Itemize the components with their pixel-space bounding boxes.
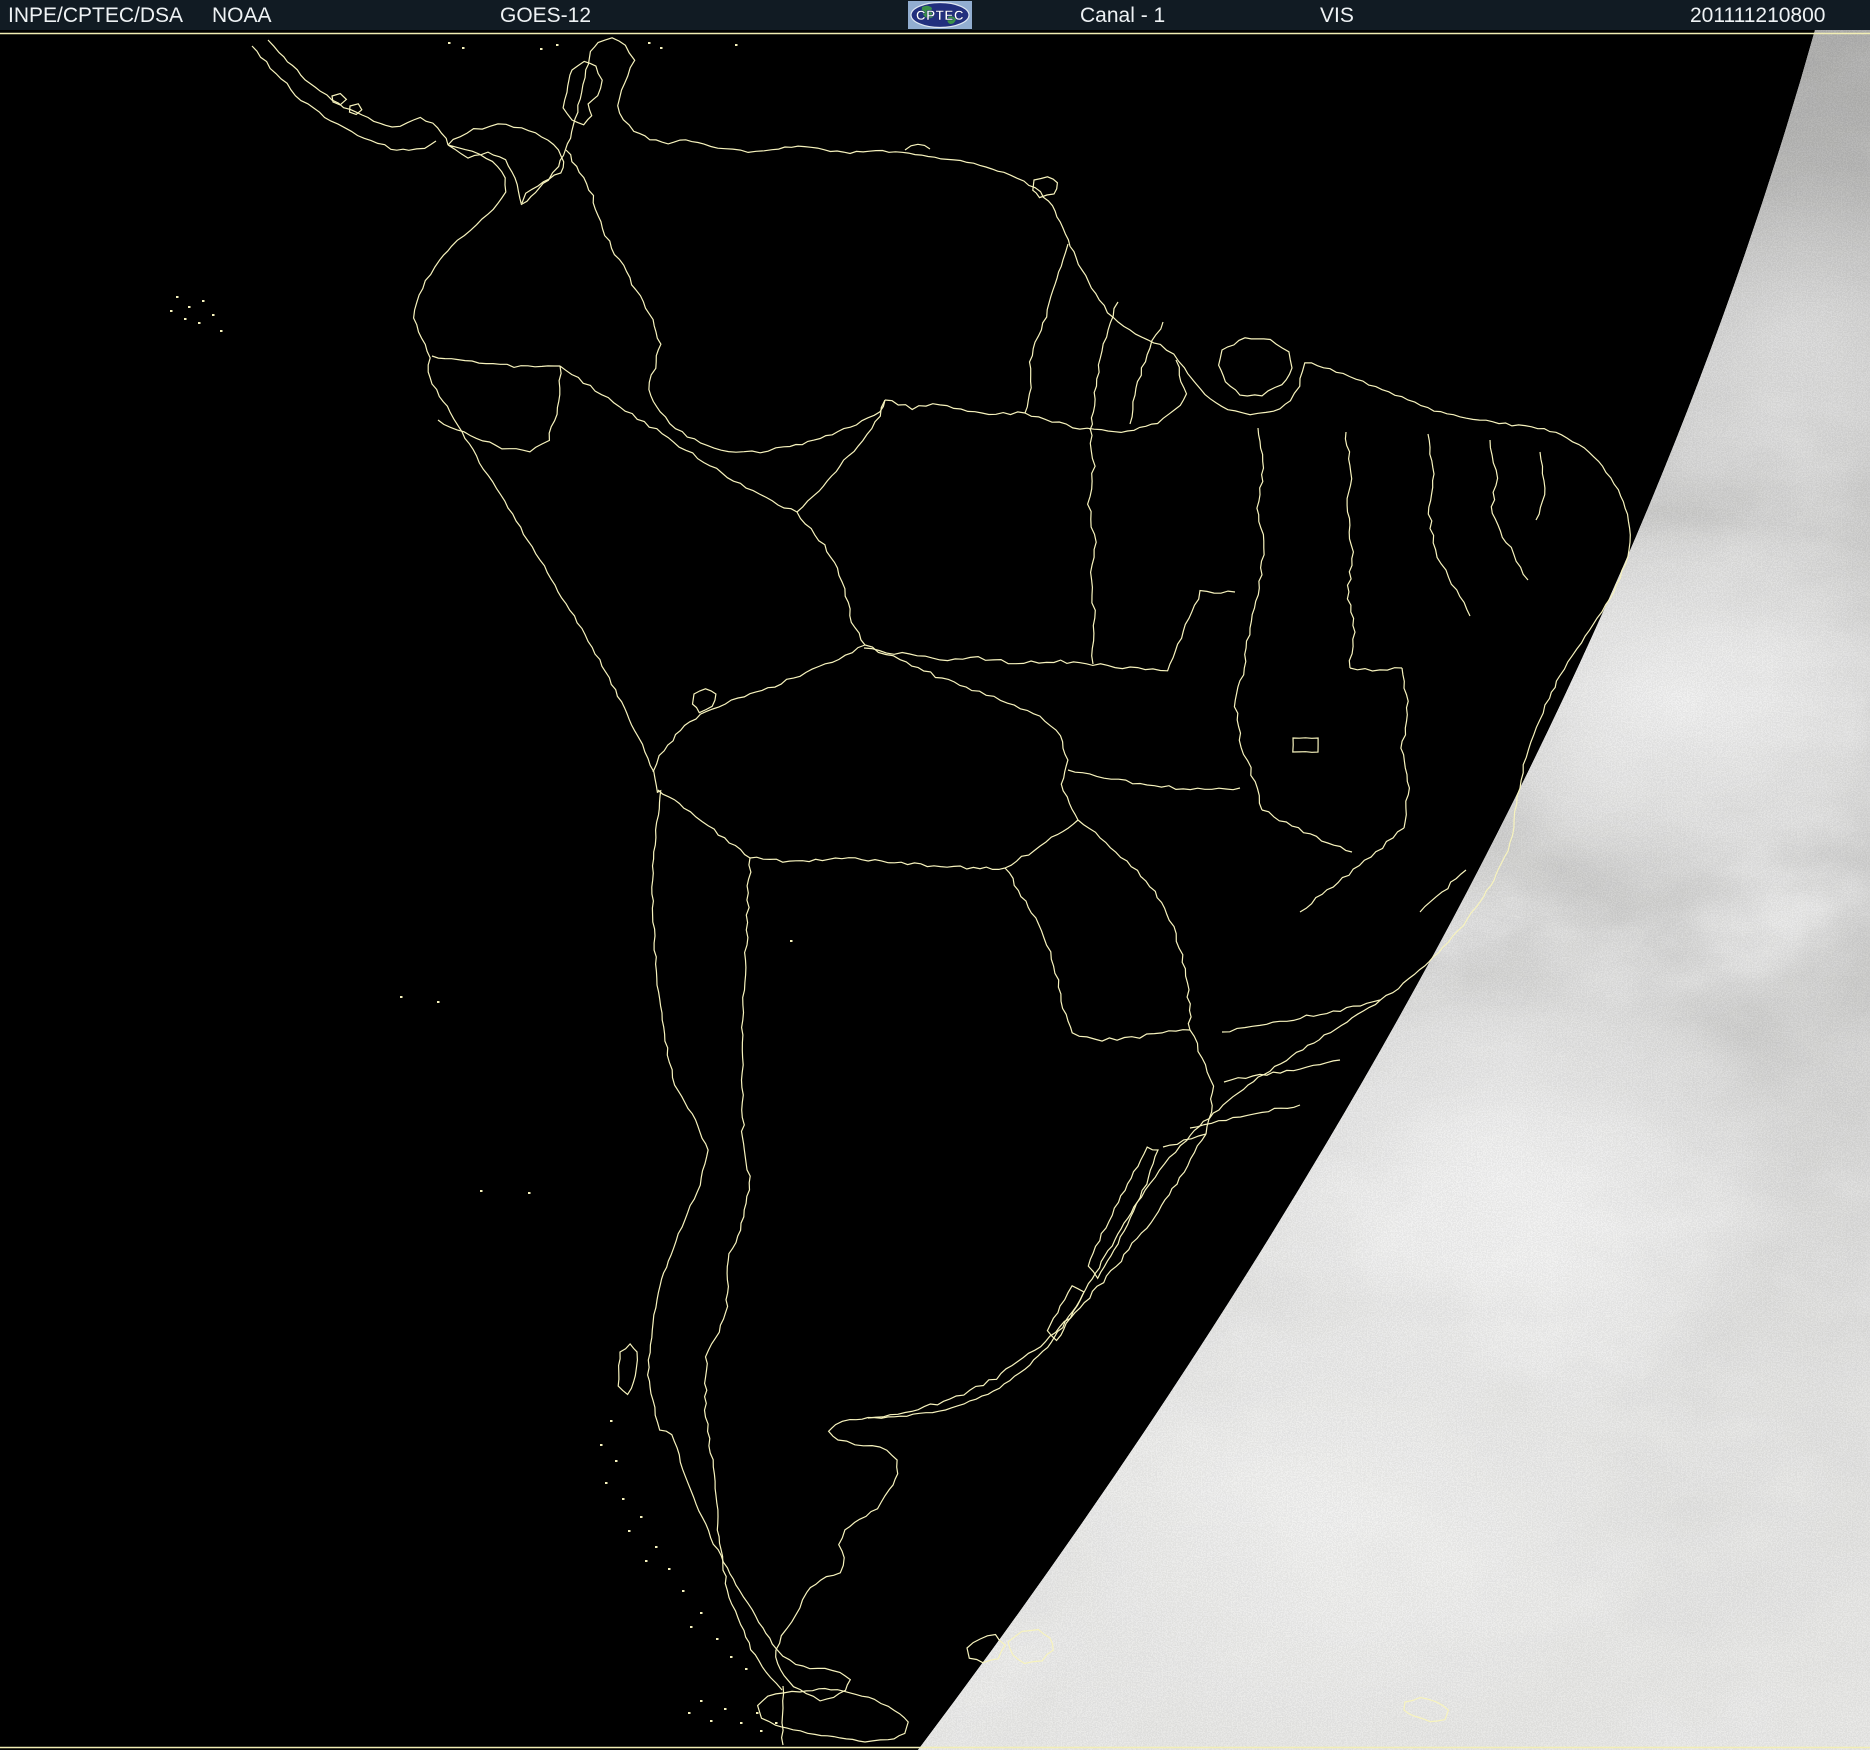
cptec-logo: CPTEC [908, 1, 972, 29]
small-island-mark [212, 314, 215, 316]
small-island-mark [176, 296, 179, 298]
channel-label: Canal - 1 [1080, 4, 1166, 27]
small-island-mark [700, 1700, 703, 1702]
small-island-mark [700, 1612, 703, 1614]
timestamp-label: 201111210800 [1690, 4, 1826, 27]
logo-text: CPTEC [916, 8, 964, 23]
small-island-mark [615, 1460, 618, 1462]
small-island-mark [220, 330, 223, 332]
small-island-mark [184, 318, 187, 320]
small-island-mark [448, 42, 451, 44]
small-island-mark [735, 44, 738, 46]
small-island-mark [745, 1668, 748, 1670]
small-island-mark [710, 1720, 713, 1722]
small-island-mark [605, 1482, 608, 1484]
band-label: VIS [1320, 4, 1354, 27]
small-island-mark [645, 1560, 648, 1562]
agency-label: INPE/CPTEC/DSA [8, 4, 184, 27]
small-island-mark [655, 1546, 658, 1548]
small-island-mark [556, 44, 559, 46]
small-island-mark [648, 42, 651, 44]
small-island-mark [540, 48, 543, 50]
small-island-mark [760, 1730, 763, 1732]
small-island-mark [724, 1708, 727, 1710]
satellite-map [0, 0, 1870, 1750]
small-island-mark [480, 1190, 483, 1192]
small-island-mark [628, 1530, 631, 1532]
small-island-mark [790, 940, 793, 942]
header-bar: INPE/CPTEC/DSA NOAA GOES-12 CPTEC Canal … [0, 0, 1870, 30]
small-island-mark [198, 322, 201, 324]
small-island-mark [756, 1712, 759, 1714]
small-island-mark [437, 1001, 440, 1003]
small-island-mark [740, 1722, 743, 1724]
small-island-mark [730, 1656, 733, 1658]
small-island-mark [528, 1192, 531, 1194]
small-island-mark [610, 1420, 613, 1422]
small-island-mark [688, 1712, 691, 1714]
org-label: NOAA [212, 4, 272, 27]
small-island-mark [622, 1498, 625, 1500]
small-island-mark [668, 1568, 671, 1570]
small-island-mark [660, 47, 663, 49]
satellite-label: GOES-12 [500, 4, 592, 27]
small-island-mark [400, 996, 403, 998]
small-island-mark [716, 1638, 719, 1640]
small-island-mark [170, 310, 173, 312]
small-island-mark [640, 1516, 643, 1518]
small-island-mark [188, 306, 191, 308]
small-island-mark [600, 1444, 603, 1446]
small-island-mark [462, 47, 465, 49]
satellite-image-viewer: INPE/CPTEC/DSA NOAA GOES-12 CPTEC Canal … [0, 0, 1870, 1750]
small-island-mark [690, 1626, 693, 1628]
small-island-mark [682, 1590, 685, 1592]
small-island-mark [202, 300, 205, 302]
small-island-mark [775, 1722, 778, 1724]
